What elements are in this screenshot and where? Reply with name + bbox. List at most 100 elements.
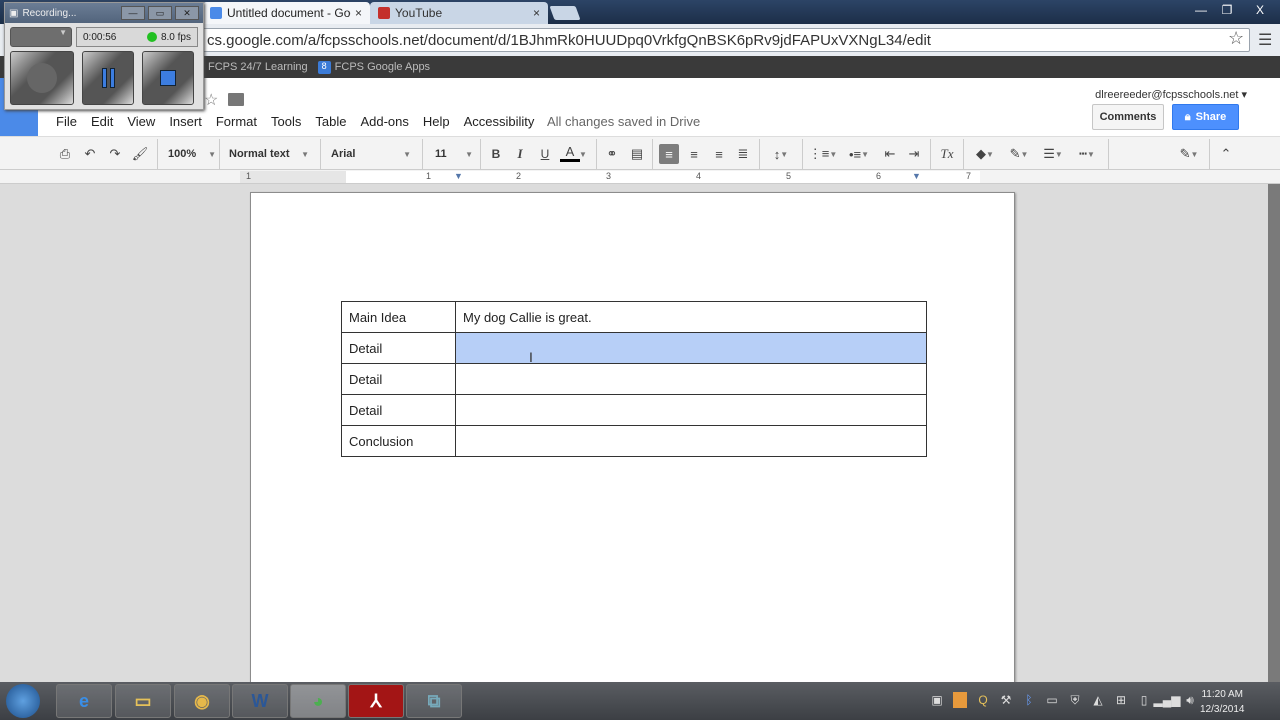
bluetooth-icon[interactable]: ᛒ bbox=[1022, 692, 1036, 708]
row-content[interactable]: My dog Callie is great. bbox=[455, 301, 927, 333]
border-width-icon[interactable]: ☰ ▼ bbox=[1038, 144, 1068, 164]
outlook-icon[interactable]: ◉ bbox=[174, 684, 230, 718]
align-right-button[interactable]: ≡ bbox=[709, 144, 729, 164]
menu-format[interactable]: Format bbox=[216, 114, 257, 129]
underline-button[interactable]: U bbox=[535, 144, 555, 164]
account-menu[interactable]: dlreereeder@fcpsschools.net ▾ bbox=[1095, 88, 1247, 101]
recorder-minimize-button[interactable]: — bbox=[121, 6, 145, 20]
network-icon[interactable]: ⧉ bbox=[406, 684, 462, 718]
row-content[interactable] bbox=[455, 363, 927, 395]
row-label[interactable]: Conclusion bbox=[341, 425, 456, 457]
chrome-menu-icon[interactable]: ☰ bbox=[1258, 30, 1272, 50]
font-select[interactable]: Arial ▼ bbox=[331, 144, 411, 164]
tray-q-icon[interactable]: Q bbox=[976, 692, 990, 708]
comments-button[interactable]: Comments bbox=[1092, 104, 1164, 130]
display-icon[interactable]: ▭ bbox=[1045, 692, 1059, 708]
recorder-dropdown[interactable]: ▼ bbox=[10, 27, 72, 47]
fill-color-icon[interactable]: ◆ ▼ bbox=[970, 144, 1000, 164]
close-tab-icon[interactable]: × bbox=[533, 6, 540, 20]
left-indent-marker[interactable]: ▼ bbox=[454, 171, 463, 181]
clear-formatting-icon[interactable]: Tx bbox=[937, 144, 957, 164]
stop-button[interactable] bbox=[142, 51, 194, 105]
menu-help[interactable]: Help bbox=[423, 114, 450, 129]
system-clock[interactable]: 11:20 AM 12/3/2014 bbox=[1200, 687, 1245, 717]
acrobat-icon[interactable]: ⅄ bbox=[348, 684, 404, 718]
save-status[interactable]: All changes saved in Drive bbox=[547, 114, 700, 129]
menu-table[interactable]: Table bbox=[315, 114, 346, 129]
menu-tools[interactable]: Tools bbox=[271, 114, 301, 129]
tray-tool-icon[interactable]: ⚒ bbox=[999, 692, 1013, 708]
menu-view[interactable]: View bbox=[127, 114, 155, 129]
share-button[interactable]: 🔒︎ Share bbox=[1172, 104, 1239, 130]
numbered-list-icon[interactable]: ⋮≡ ▼ bbox=[808, 144, 838, 164]
style-select[interactable]: Normal text ▼ bbox=[229, 144, 309, 164]
italic-button[interactable]: I bbox=[510, 144, 530, 164]
tab-youtube[interactable]: YouTube × bbox=[370, 2, 548, 24]
align-center-button[interactable]: ≡ bbox=[684, 144, 704, 164]
start-button[interactable] bbox=[6, 684, 40, 718]
font-size-select[interactable]: 11 ▼ bbox=[435, 144, 473, 164]
redo-icon[interactable]: ↷ bbox=[105, 144, 125, 164]
recorder-titlebar[interactable]: ▣ Recording... — ▭ ✕ bbox=[5, 3, 203, 23]
decrease-indent-icon[interactable]: ⇤ bbox=[880, 144, 900, 164]
border-dash-icon[interactable]: ┅ ▼ bbox=[1072, 144, 1102, 164]
menu-addons[interactable]: Add-ons bbox=[360, 114, 408, 129]
bulleted-list-icon[interactable]: •≡ ▼ bbox=[844, 144, 874, 164]
volume-icon[interactable]: 🔊︎ bbox=[1183, 692, 1197, 708]
tray-orange-icon[interactable] bbox=[953, 692, 967, 708]
explorer-icon[interactable]: ▭ bbox=[115, 684, 171, 718]
bookmark-fcps-learning[interactable]: FCPS 24/7 Learning bbox=[208, 61, 308, 73]
new-tab-button[interactable] bbox=[549, 6, 581, 20]
zoom-select[interactable]: 100% ▼ bbox=[168, 144, 216, 164]
link-icon[interactable]: ⚭ bbox=[602, 144, 622, 164]
chrome-icon[interactable]: ◕ bbox=[290, 684, 346, 718]
menu-edit[interactable]: Edit bbox=[91, 114, 113, 129]
line-spacing-icon[interactable]: ↕ ▼ bbox=[766, 144, 796, 164]
ie-icon[interactable]: e bbox=[56, 684, 112, 718]
paint-format-icon[interactable]: 🖌︎ bbox=[130, 144, 150, 164]
row-content-selected[interactable] bbox=[455, 332, 927, 364]
star-document-icon[interactable]: ☆ bbox=[204, 90, 218, 110]
close-tab-icon[interactable]: × bbox=[355, 6, 362, 20]
close-window-button[interactable]: X bbox=[1240, 0, 1280, 20]
text-color-button[interactable]: A bbox=[560, 144, 580, 162]
menu-insert[interactable]: Insert bbox=[169, 114, 202, 129]
tab-google-docs[interactable]: Untitled document - Goog × bbox=[202, 2, 370, 24]
justify-button[interactable]: ≣ bbox=[733, 144, 753, 164]
address-bar[interactable]: cs.google.com/a/fcpsschools.net/document… bbox=[200, 28, 1250, 52]
bookmark-fcps-google-apps[interactable]: 8 FCPS Google Apps bbox=[317, 60, 430, 74]
word-icon[interactable]: W bbox=[232, 684, 288, 718]
undo-icon[interactable]: ↶ bbox=[80, 144, 100, 164]
battery-icon[interactable]: ▯ bbox=[1137, 692, 1151, 708]
signal-icon[interactable]: ▂▄▆ bbox=[1154, 692, 1181, 708]
bold-button[interactable]: B bbox=[486, 144, 506, 164]
pause-button[interactable] bbox=[82, 51, 134, 105]
restore-button[interactable]: ❐ bbox=[1214, 0, 1240, 20]
antivirus-icon[interactable]: ⛨ bbox=[1068, 692, 1082, 708]
recorder-maximize-button[interactable]: ▭ bbox=[148, 6, 172, 20]
row-label[interactable]: Detail bbox=[341, 394, 456, 426]
editing-mode-icon[interactable]: ✎ ▼ bbox=[1174, 144, 1204, 164]
tray-network-icon[interactable]: ◭ bbox=[1091, 692, 1105, 708]
menu-accessibility[interactable]: Accessibility bbox=[464, 114, 535, 129]
comment-icon[interactable]: ▤ bbox=[627, 144, 647, 164]
collapse-toolbar-icon[interactable]: ⌃ bbox=[1216, 144, 1236, 164]
recorder-close-button[interactable]: ✕ bbox=[175, 6, 199, 20]
print-icon[interactable]: ⎙ bbox=[55, 144, 75, 164]
minimize-button[interactable]: — bbox=[1188, 0, 1214, 20]
row-content[interactable] bbox=[455, 425, 927, 457]
record-button[interactable] bbox=[10, 51, 74, 105]
bookmark-star-icon[interactable]: ☆ bbox=[1228, 28, 1244, 49]
vertical-scrollbar[interactable] bbox=[1268, 184, 1280, 682]
row-label[interactable]: Detail bbox=[341, 332, 456, 364]
right-indent-marker[interactable]: ▼ bbox=[912, 171, 921, 181]
document-page[interactable]: Main Idea My dog Callie is great. Detail… bbox=[250, 192, 1015, 692]
row-label[interactable]: Detail bbox=[341, 363, 456, 395]
tray-app-icon[interactable]: ▣ bbox=[930, 692, 944, 708]
row-content[interactable] bbox=[455, 394, 927, 426]
menu-file[interactable]: File bbox=[56, 114, 77, 129]
increase-indent-icon[interactable]: ⇥ bbox=[904, 144, 924, 164]
border-color-icon[interactable]: ✎ ▼ bbox=[1004, 144, 1034, 164]
row-label[interactable]: Main Idea bbox=[341, 301, 456, 333]
align-left-button[interactable]: ≡ bbox=[659, 144, 679, 164]
